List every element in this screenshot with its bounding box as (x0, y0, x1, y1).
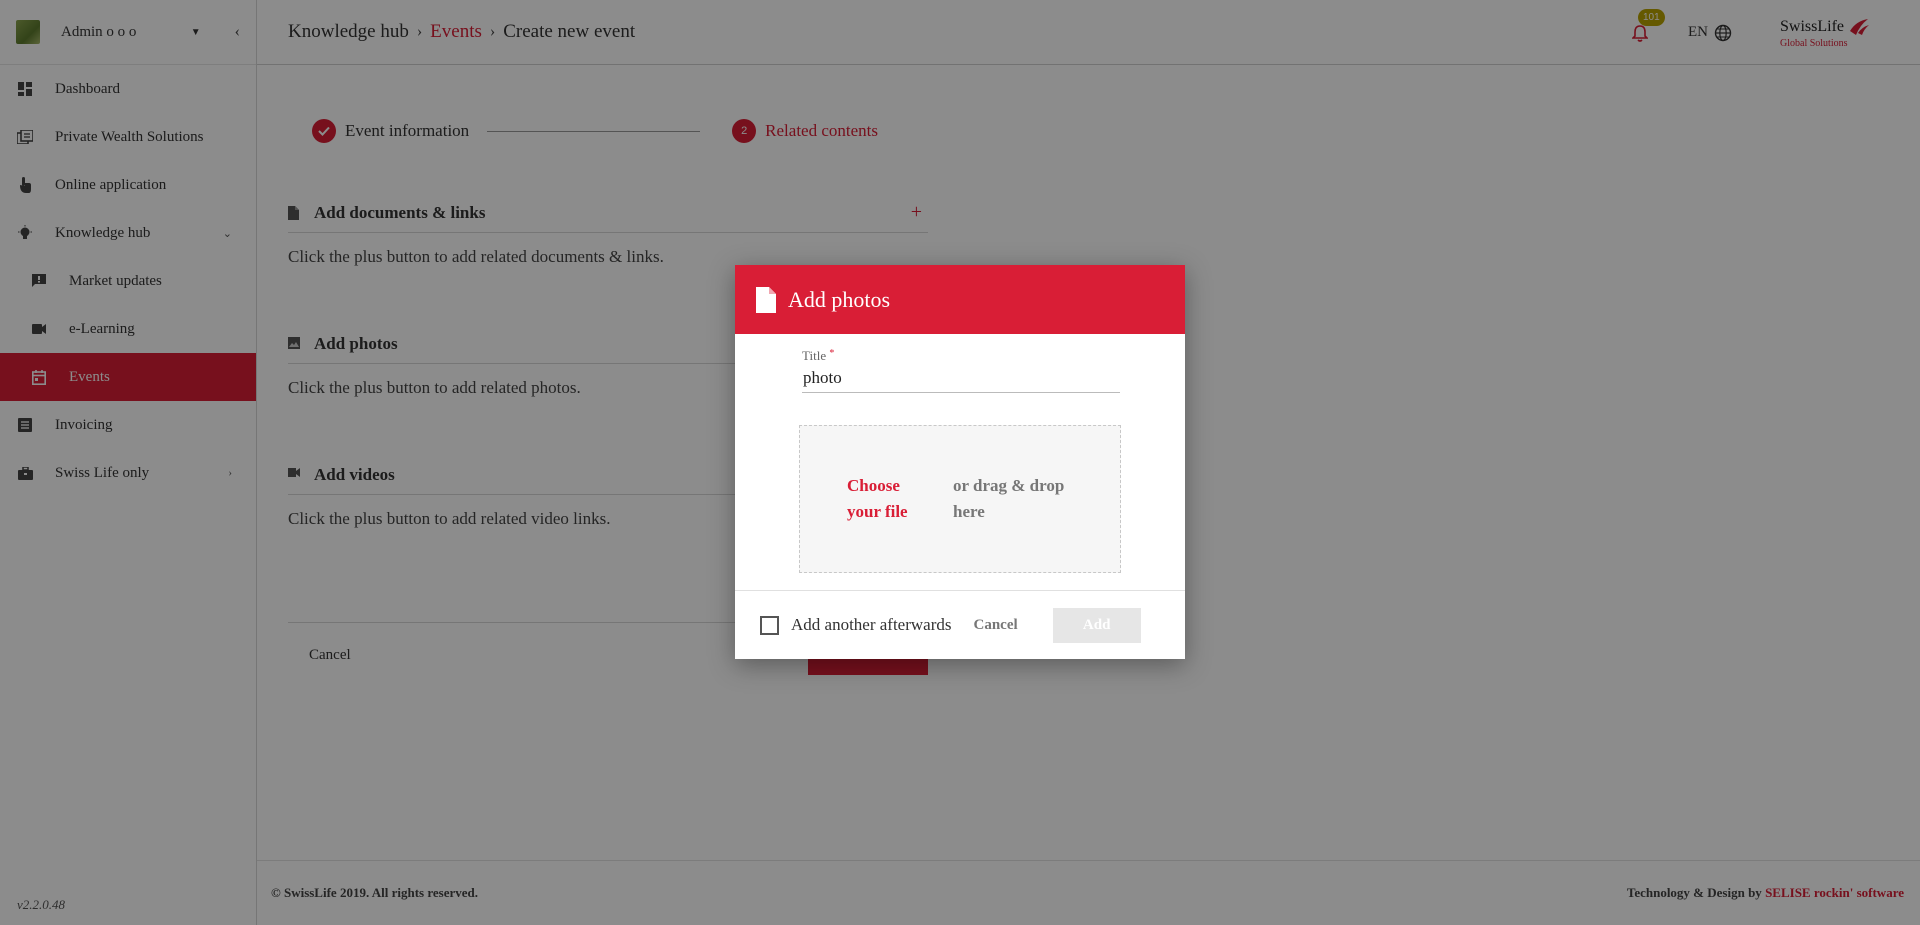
file-dropzone[interactable]: Choose your file or drag & drop here (799, 425, 1121, 573)
add-another-label[interactable]: Add another afterwards (791, 615, 952, 635)
document-icon (756, 286, 776, 313)
add-another-checkbox[interactable] (760, 615, 779, 635)
required-marker: * (829, 348, 835, 359)
title-field: Title * (802, 348, 1120, 393)
dialog-add-button[interactable]: Add (1052, 607, 1141, 643)
title-label-text: Title (802, 348, 827, 363)
choose-file-link[interactable]: Choose your file (847, 473, 917, 526)
dialog-cancel-button[interactable]: Cancel (974, 617, 1018, 634)
add-photos-dialog: Add photos Title * Choose your file or d… (735, 265, 1185, 659)
dialog-title: Add photos (788, 286, 891, 312)
drag-drop-hint: or drag & drop here (953, 475, 1065, 521)
title-label: Title * (802, 348, 1120, 364)
title-input[interactable] (802, 364, 1120, 393)
dialog-footer: Add another afterwards Cancel Add (735, 590, 1185, 659)
dialog-header: Add photos (735, 265, 1185, 334)
